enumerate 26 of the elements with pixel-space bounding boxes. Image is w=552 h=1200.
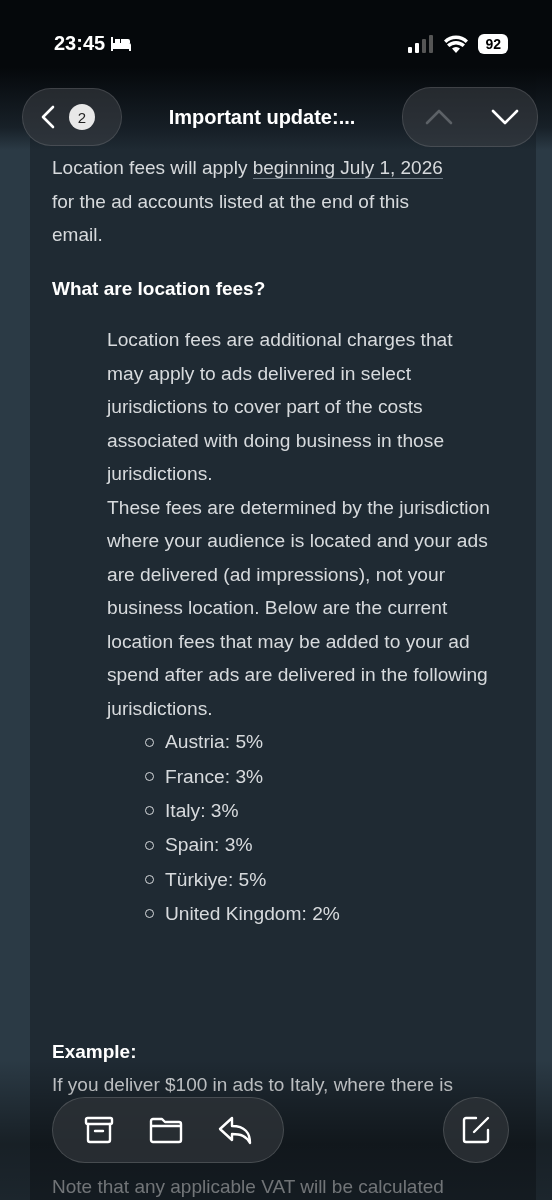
- folder-icon[interactable]: [149, 1116, 183, 1144]
- email-subject: Important update:...: [167, 105, 357, 129]
- clock: 23:45: [54, 32, 106, 55]
- date-link[interactable]: beginning July 1, 2026: [252, 157, 443, 179]
- wifi-icon: [444, 34, 469, 53]
- intro-paragraph: Location fees will apply beginning July 1, 2026 for the ad accounts listed at the end of this email.: [52, 156, 444, 247]
- bed-icon: [109, 35, 134, 52]
- fee-item: Türkiye: 5%: [165, 867, 267, 892]
- fee-item: Austria: 5%: [165, 730, 264, 755]
- archive-icon[interactable]: [84, 1116, 115, 1144]
- fee-item: Italy: 3%: [165, 799, 239, 823]
- down-chevron-icon[interactable]: [491, 109, 519, 125]
- example-text: Note that any applicable VAT will be calculated: [52, 1174, 445, 1199]
- fee-item: United Kingdom: 2%: [165, 901, 340, 926]
- example-heading: Example:: [52, 1039, 138, 1064]
- section-heading: What are location fees?: [52, 276, 267, 301]
- fee-item: Spain: 3%: [165, 833, 253, 858]
- example-text: If you deliver $100 in ads to Italy, where there is: [52, 1073, 454, 1098]
- back-chevron-icon: [41, 105, 55, 129]
- compose-icon: [460, 1114, 492, 1146]
- back-button[interactable]: 2: [22, 88, 122, 146]
- signal-icon: [408, 34, 435, 53]
- fee-item: France: 3%: [165, 764, 264, 789]
- explanation-paragraph: These fees are determined by the jurisdiction where your audience is located and your ads are delivered (ad impressions), not your business location. Below are the current location fees that may be added to your ad spend after ads are delivered in the following jurisdictions.: [107, 495, 491, 721]
- reply-icon[interactable]: [217, 1115, 252, 1145]
- definition-paragraph: Location fees are additional charges that may apply to ads delivered in select jurisdictions to cover part of the costs associated with doing business in those jurisdictions.: [107, 328, 454, 486]
